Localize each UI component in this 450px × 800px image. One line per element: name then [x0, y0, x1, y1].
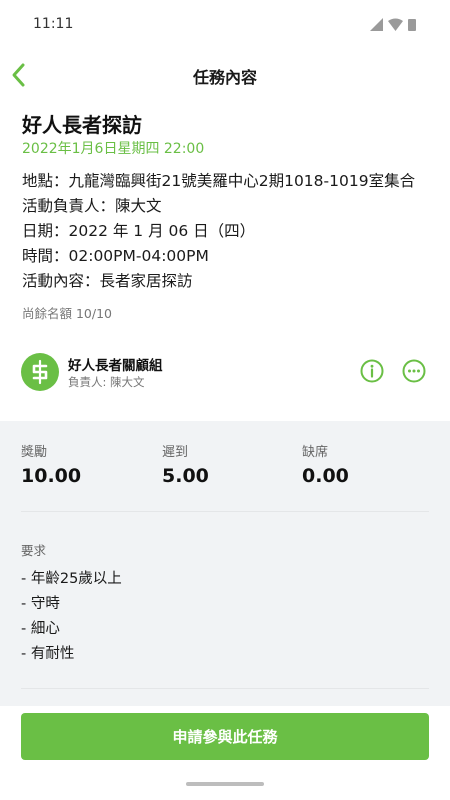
task-stats-section: [0, 421, 450, 706]
page-title: 任務內容: [192, 68, 257, 87]
apply-task-button[interactable]: 申請參與此任務: [21, 713, 429, 760]
group-row[interactable]: 好人長者關顧組 負責人: 陳大文: [0, 345, 450, 401]
detail-leader: 活動負責人：陳大文: [22, 197, 162, 215]
requirement-item: - 守時: [21, 596, 60, 612]
task-datetime: 2022年1月6日星期四 22:00: [22, 141, 205, 157]
stat-late-label: 遲到: [162, 445, 189, 460]
stat-reward-label: 獎勵: [21, 445, 48, 460]
group-avatar: [21, 353, 59, 391]
stat-absent-label: 缺席: [302, 445, 329, 460]
requirement-item: - 細心: [21, 621, 60, 637]
home-indicator[interactable]: [186, 782, 264, 786]
signal-icon: [370, 18, 383, 31]
app-bar: 任務內容: [0, 50, 450, 100]
more-button[interactable]: [402, 359, 426, 383]
task-title: 好人長者探訪: [22, 113, 142, 137]
quota-text: 尚餘名額 10/10: [22, 306, 112, 321]
group-leader: 負責人: 陳大文: [68, 375, 145, 389]
stat-reward-value: 10.00: [21, 465, 82, 487]
detail-date: 日期：2022 年 1 月 06 日（四）: [22, 222, 256, 240]
info-icon: [360, 359, 384, 383]
group-name: 好人長者關顧組: [68, 358, 163, 374]
status-bar: 11:11: [0, 0, 450, 50]
status-time: 11:11: [33, 16, 74, 32]
requirement-item: - 有耐性: [21, 646, 75, 662]
more-horizontal-icon: [402, 359, 426, 383]
stat-late-value: 5.00: [162, 465, 209, 487]
requirements-label: 要求: [21, 543, 47, 558]
divider: [21, 511, 429, 512]
detail-time: 時間：02:00PM-04:00PM: [22, 247, 209, 265]
stat-absent-value: 0.00: [302, 465, 349, 487]
dollar-icon: [32, 359, 48, 385]
detail-content: 活動內容：長者家居探訪: [22, 272, 193, 290]
wifi-icon: [388, 18, 403, 31]
detail-location: 地點：九龍灣臨興街21號美羅中心2期1018-1019室集合: [22, 172, 416, 190]
battery-icon: [408, 19, 416, 31]
status-icons: [370, 18, 416, 31]
info-button[interactable]: [360, 359, 384, 383]
divider: [21, 688, 429, 689]
requirement-item: - 年齡25歲以上: [21, 571, 122, 587]
